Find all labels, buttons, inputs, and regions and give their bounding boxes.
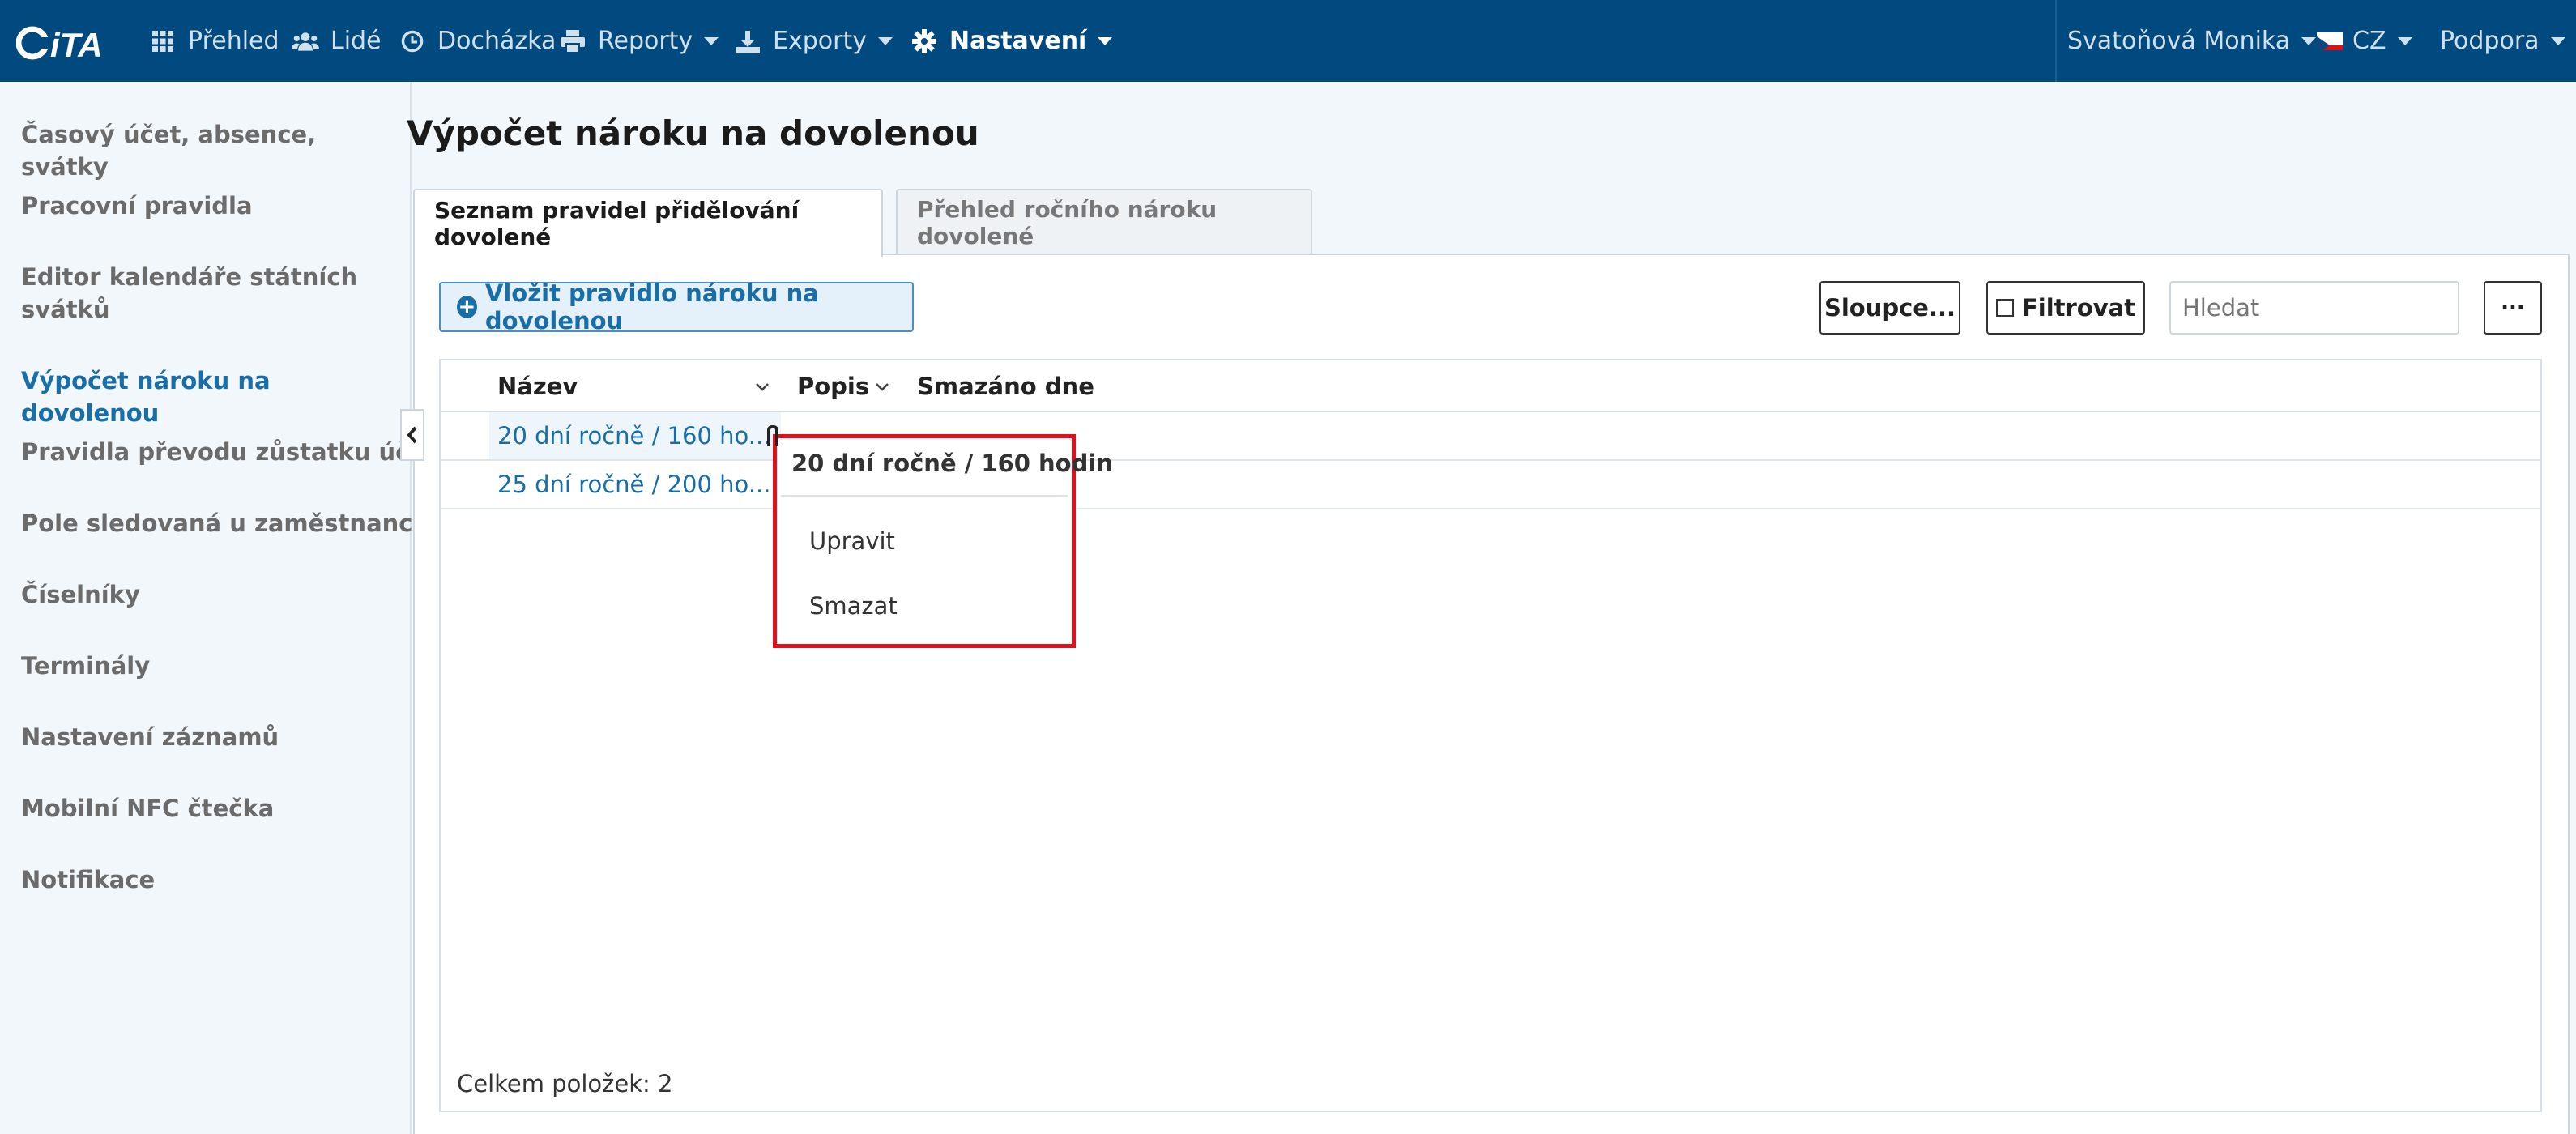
sidebar-item-notifications[interactable]: Notifikace [21,863,394,896]
sidebar-item-work-rules[interactable]: Pracovní pravidla [21,190,394,222]
chevron-down-icon [2301,36,2317,45]
sidebar-item-codelists[interactable]: Číselníky [21,578,394,611]
support-menu[interactable]: Podpora [2440,0,2565,82]
nav-prehled[interactable]: Přehled [149,0,279,82]
chevron-down-icon [2550,36,2565,45]
add-vacation-rule-button[interactable]: + Vložit pravidlo nároku na dovolenou [439,279,914,335]
page-title: Výpočet nároku na dovolenou [407,113,979,153]
sidebar-item-holiday-calendar[interactable]: Editor kalendáře státních svátků [21,261,361,326]
nav-label: Nastavení [949,27,1087,55]
nav-lide[interactable]: Lidé [292,0,382,82]
total-items-count: Celkem položek: 2 [457,1070,673,1098]
filter-label: Filtrovat [2021,294,2136,322]
users-icon [292,28,319,55]
tab-annual-vacation-overview[interactable]: Přehled ročního nároku dovolené [896,189,1312,255]
filter-button[interactable]: Filtrovat [1986,281,2145,335]
sidebar-item-vacation-calc[interactable]: Výpočet nároku na dovolenou [21,364,394,429]
nav-label: Docházka [437,27,557,55]
svg-text:iTA: iTA [50,26,103,62]
settings-sidebar: Časový účet, absence, svátky Pracovní pr… [0,82,437,1134]
user-name: Svatoňová Monika [2067,27,2291,55]
language-menu[interactable]: CZ [2317,0,2412,82]
navbar-divider [2055,0,2057,82]
edit-menu-item[interactable]: Upravit [809,527,895,555]
sidebar-item-terminals[interactable]: Terminály [21,650,394,682]
more-options-button[interactable]: ··· [2484,281,2542,335]
sidebar-collapse-button[interactable] [400,409,424,461]
nav-exporty[interactable]: Exporty [734,0,893,82]
chevron-down-icon [2397,36,2412,45]
sidebar-item-employee-fields[interactable]: Pole sledovaná u zaměstnanců [21,507,429,539]
context-menu-title: 20 dní ročně / 160 hodin [791,450,1113,477]
nav-nastaveni[interactable]: Nastavení [911,0,1113,82]
nav-label: Exporty [773,27,867,55]
chevron-down-icon [1098,36,1113,45]
context-menu-divider [781,495,1068,497]
column-header-name[interactable]: Název [497,373,578,400]
czech-flag-icon [2317,32,2343,50]
chevron-down-icon[interactable] [875,377,889,397]
row-context-menu: 20 dní ročně / 160 hodin Upravit Smazat [773,434,1113,648]
language-code: CZ [2352,27,2386,55]
ita-logo[interactable]: iTA [16,24,123,62]
chevron-down-icon [877,36,893,45]
checkbox-icon [1995,299,2014,317]
grid-icon [149,28,177,55]
clock-icon [399,28,426,55]
table-row[interactable]: 20 dní ročně / 160 ho... [441,412,2540,461]
plus-circle-icon: + [457,295,477,319]
sidebar-item-time-account[interactable]: Časový účet, absence, svátky [21,118,394,183]
nav-label: Přehled [188,27,279,55]
export-icon [734,28,761,55]
nav-dochazka[interactable]: Docházka [399,0,556,82]
nav-label: Reporty [598,27,693,55]
search-input[interactable] [2169,281,2459,335]
sidebar-item-record-settings[interactable]: Nastavení záznamů [21,721,394,753]
chevron-left-icon [407,426,417,444]
rule-name-link[interactable]: 20 dní ročně / 160 ho... [497,422,770,450]
sidebar-item-nfc-reader[interactable]: Mobilní NFC čtečka [21,792,394,825]
add-vacation-rule-label: Vložit pravidlo nároku na dovolenou [484,279,819,335]
delete-menu-item[interactable]: Smazat [809,592,898,620]
nav-reporty[interactable]: Reporty [559,0,719,82]
printer-icon [559,28,586,55]
column-header-deleted-on[interactable]: Smazáno dne [917,373,1094,400]
user-menu[interactable]: Svatoňová Monika [2067,0,2317,82]
top-navbar: iTA Přehled Lidé Docházka Reporty Export… [0,0,2576,82]
table-row[interactable]: 25 dní ročně / 200 ho... [441,461,2540,509]
vacation-rules-table: Název Popis Smazáno dne 20 dní ročně / 1… [439,359,2542,1112]
table-header: Název Popis Smazáno dne [441,360,2540,412]
sidebar-item-balance-transfer[interactable]: Pravidla převodu zůstatku účtů [21,436,437,468]
tab-vacation-rules-list[interactable]: Seznam pravidel přidělování dovolené [413,189,883,257]
columns-button[interactable]: Sloupce... [1819,281,1960,335]
support-label: Podpora [2440,27,2540,55]
chevron-down-icon[interactable] [755,377,770,397]
column-header-description[interactable]: Popis [797,373,869,400]
nav-label: Lidé [331,27,382,55]
row-actions-icon[interactable] [767,425,778,446]
chevron-down-icon [704,36,719,45]
gear-icon [911,28,938,55]
rule-name-link[interactable]: 25 dní ročně / 200 ho... [497,471,770,498]
